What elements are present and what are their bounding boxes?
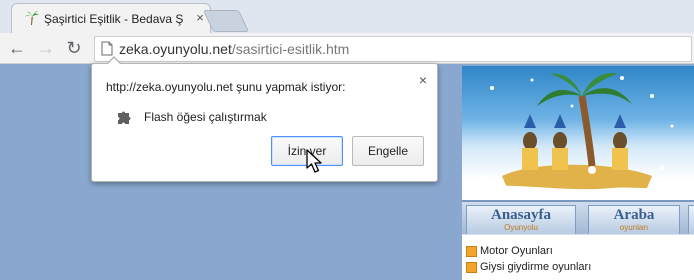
menu-item-label: Giysi giydirme oyunları (480, 261, 592, 273)
game-banner-image (462, 66, 694, 200)
menu-item-label: Motor Oyunları (480, 245, 553, 257)
arrow-bullet-icon (466, 246, 477, 257)
nav-cars-label: Araba (613, 207, 655, 223)
url-text: zeka.oyunyolu.net/sasirtici-esitlik.htm (119, 41, 349, 57)
site-navbar: Anasayfa Oyunyolu Araba oyunları (462, 200, 694, 236)
nav-home-label: Anasayfa (490, 207, 551, 223)
url-host: zeka.oyunyolu.net (119, 41, 232, 57)
browser-tab[interactable]: Şaşirtici Eşitlik - Bedava Ş × (11, 3, 211, 34)
forward-arrow-icon[interactable]: → (35, 37, 57, 59)
address-bar[interactable]: zeka.oyunyolu.net/sasirtici-esitlik.htm (94, 36, 692, 62)
block-button[interactable]: Engelle (352, 136, 424, 166)
nav-home-button[interactable]: Anasayfa Oyunyolu (466, 205, 576, 235)
nav-cars-button[interactable]: Araba oyunları (588, 205, 680, 235)
arrow-bullet-icon (466, 262, 477, 273)
permission-text: Flash öğesi çalıştırmak (144, 110, 267, 124)
reload-icon[interactable]: ↻ (63, 37, 85, 59)
island-illustration (462, 72, 694, 200)
tab-title: Şaşirtici Eşitlik - Bedava Ş (44, 12, 184, 26)
url-path: /sasirtici-esitlik.htm (231, 41, 350, 57)
nav-next-button[interactable] (688, 205, 694, 235)
puzzle-piece-icon (118, 111, 131, 124)
mouse-pointer-icon (306, 149, 322, 173)
nav-cars-sublabel: oyunları (619, 223, 649, 232)
permission-prompt: http://zeka.oyunyolu.net şunu yapmak ist… (106, 80, 346, 94)
palm-tree-icon (25, 11, 39, 25)
tab-strip: Şaşirtici Eşitlik - Bedava Ş × (0, 0, 694, 34)
menu-item-dressup[interactable]: Giysi giydirme oyunları (466, 261, 592, 273)
dialog-arrow-fill (107, 58, 121, 65)
dialog-close-icon[interactable]: × (415, 72, 431, 88)
nav-home-sublabel: Oyunyolu (504, 223, 538, 232)
category-menu: Motor Oyunları Giysi giydirme oyunları (462, 234, 694, 280)
page-icon (101, 41, 113, 56)
flash-permission-dialog: http://zeka.oyunyolu.net şunu yapmak ist… (91, 56, 438, 182)
menu-item-motor[interactable]: Motor Oyunları (466, 245, 553, 257)
website-content: Anasayfa Oyunyolu Araba oyunları Motor O… (462, 66, 694, 280)
back-arrow-icon[interactable]: ← (6, 37, 28, 59)
browser-toolbar: ← → ↻ zeka.oyunyolu.net/sasirtici-esitli… (0, 33, 694, 64)
